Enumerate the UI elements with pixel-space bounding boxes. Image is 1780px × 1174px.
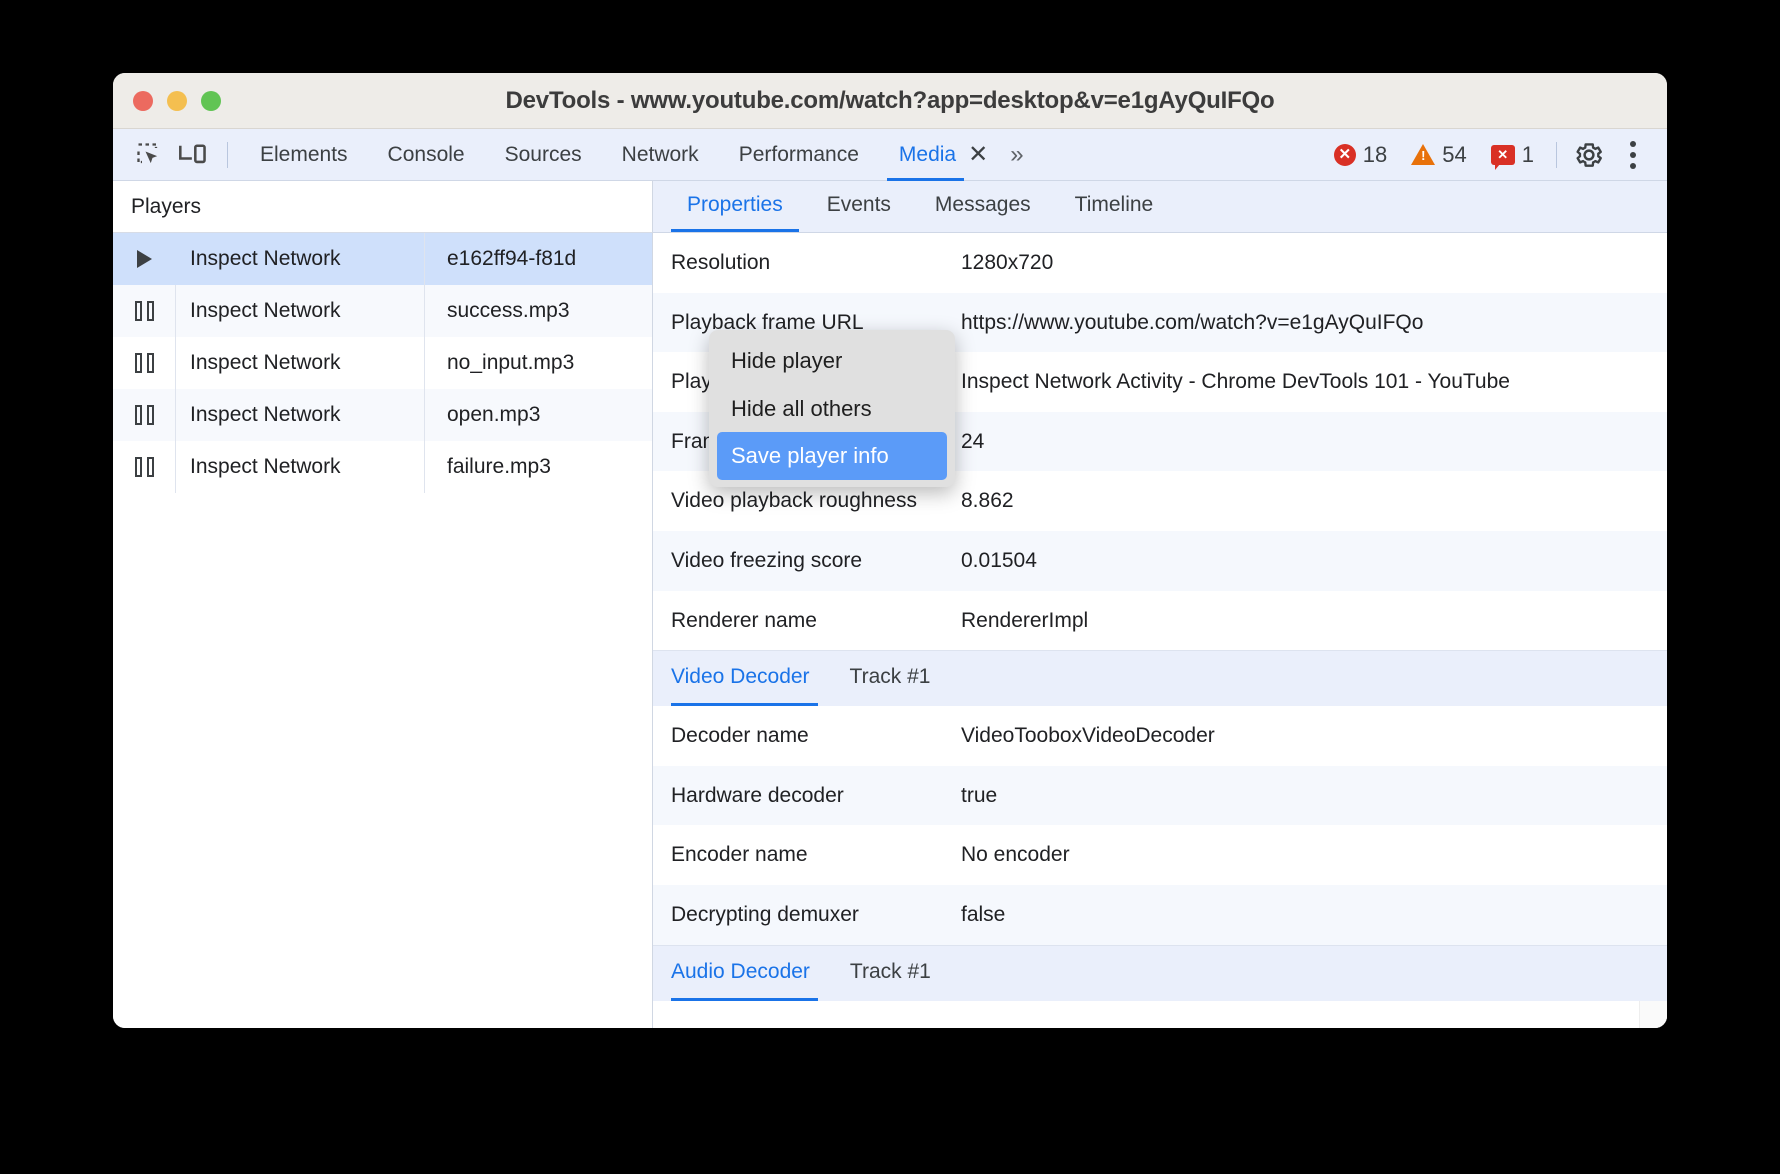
property-key: Resolution bbox=[671, 251, 771, 274]
play-icon[interactable] bbox=[113, 250, 175, 268]
traffic-lights bbox=[113, 90, 221, 111]
player-row-1[interactable]: Inspect Network success.mp3 bbox=[113, 285, 652, 337]
toolbar-divider bbox=[227, 141, 228, 168]
tab-performance[interactable]: Performance bbox=[719, 129, 879, 181]
table-row: Renderer name RendererImpl bbox=[653, 590, 1667, 651]
pause-icon[interactable] bbox=[113, 301, 175, 321]
more-tabs-icon[interactable]: » bbox=[998, 129, 1033, 181]
menu-item-hide-all-others[interactable]: Hide all others bbox=[709, 385, 955, 433]
video-decoder-tabs: Video Decoder Track #1 bbox=[653, 650, 1667, 707]
property-value: 24 bbox=[961, 429, 985, 453]
property-key: Video freezing score bbox=[671, 548, 863, 572]
player-row-3[interactable]: Inspect Network open.mp3 bbox=[113, 389, 652, 441]
player-row-name: Inspect Network bbox=[175, 233, 425, 285]
gear-icon[interactable] bbox=[1567, 133, 1611, 177]
window-titlebar: DevTools - www.youtube.com/watch?app=des… bbox=[113, 73, 1667, 129]
tab-audio-track-1[interactable]: Track #1 bbox=[850, 945, 949, 1001]
warning-icon bbox=[1411, 144, 1436, 165]
property-value: Inspect Network Activity - Chrome DevToo… bbox=[961, 370, 1510, 394]
kebab-menu-icon[interactable] bbox=[1611, 133, 1655, 177]
issue-count: 1 bbox=[1521, 141, 1534, 167]
table-row: Encoder name No encoder bbox=[653, 825, 1667, 885]
players-header: Players bbox=[113, 181, 652, 233]
table-row: Video freezing score 0.01504 bbox=[653, 530, 1667, 591]
error-counter[interactable]: ✕ 18 bbox=[1322, 142, 1399, 168]
warning-count: 54 bbox=[1442, 141, 1467, 167]
table-row: Decrypting demuxer false bbox=[653, 884, 1667, 945]
tab-audio-decoder[interactable]: Audio Decoder bbox=[671, 945, 828, 1001]
player-row-name: Inspect Network bbox=[175, 389, 425, 441]
maximize-window-button[interactable] bbox=[201, 90, 221, 111]
devtools-toolbar: Elements Console Sources Network Perform… bbox=[113, 129, 1667, 181]
property-key: Renderer name bbox=[671, 608, 817, 632]
issue-icon: ✕ bbox=[1490, 144, 1515, 170]
property-value: https://www.youtube.com/watch?v=e1gAyQuI… bbox=[961, 310, 1424, 334]
window-title: DevTools - www.youtube.com/watch?app=des… bbox=[505, 86, 1275, 114]
player-row-name: Inspect Network bbox=[175, 285, 425, 337]
player-row-name: Inspect Network bbox=[175, 441, 425, 493]
menu-item-save-player-info[interactable]: Save player info bbox=[717, 432, 947, 481]
property-key: Decoder name bbox=[671, 724, 809, 748]
property-value: 8.862 bbox=[961, 489, 1014, 513]
devtools-window: DevTools - www.youtube.com/watch?app=des… bbox=[113, 73, 1667, 1028]
property-value: RendererImpl bbox=[961, 608, 1089, 632]
property-key: Hardware decoder bbox=[671, 783, 844, 807]
details-tabs: Properties Events Messages Timeline bbox=[653, 181, 1667, 233]
error-count: 18 bbox=[1362, 141, 1388, 167]
tab-events[interactable]: Events bbox=[805, 180, 913, 232]
tab-console[interactable]: Console bbox=[368, 129, 485, 181]
error-icon: ✕ bbox=[1333, 143, 1356, 166]
tab-video-decoder[interactable]: Video Decoder bbox=[671, 650, 828, 707]
player-row-name: Inspect Network bbox=[175, 337, 425, 389]
player-row-id: failure.mp3 bbox=[447, 455, 551, 478]
pause-icon[interactable] bbox=[113, 405, 175, 425]
tab-sources[interactable]: Sources bbox=[485, 129, 602, 181]
issue-counter[interactable]: ✕ 1 bbox=[1479, 141, 1546, 170]
table-row: Decoder name VideoTooboxVideoDecoder bbox=[653, 706, 1667, 766]
player-row-2[interactable]: Inspect Network no_input.mp3 bbox=[113, 337, 652, 389]
devtools-body: Players Inspect Network e162ff94-f81d In… bbox=[113, 181, 1667, 1028]
property-value: 0.01504 bbox=[961, 548, 1037, 572]
details-pane: Properties Events Messages Timeline Reso… bbox=[653, 181, 1667, 1028]
table-row: Hardware decoder true bbox=[653, 765, 1667, 826]
audio-decoder-tabs: Audio Decoder Track #1 bbox=[653, 944, 1667, 1001]
inspect-element-icon[interactable] bbox=[127, 135, 171, 175]
player-context-menu: Hide player Hide all others Save player … bbox=[709, 330, 955, 488]
close-icon[interactable]: ✕ bbox=[964, 129, 998, 181]
status-counters: ✕ 18 54 ✕ 1 bbox=[1322, 133, 1667, 177]
player-row-id: no_input.mp3 bbox=[447, 351, 575, 374]
tab-media[interactable]: Media bbox=[879, 129, 965, 181]
warning-counter[interactable]: 54 bbox=[1399, 142, 1478, 168]
property-value: VideoTooboxVideoDecoder bbox=[961, 724, 1215, 748]
counters-divider bbox=[1556, 141, 1557, 168]
player-row-id: success.mp3 bbox=[447, 299, 570, 322]
property-value: true bbox=[961, 783, 998, 807]
property-value: false bbox=[961, 902, 1006, 926]
table-row: Resolution 1280x720 bbox=[653, 233, 1667, 293]
player-row-id: e162ff94-f81d bbox=[447, 247, 577, 270]
device-toolbar-icon[interactable] bbox=[171, 135, 215, 175]
tab-network[interactable]: Network bbox=[602, 129, 719, 181]
player-row-0[interactable]: Inspect Network e162ff94-f81d bbox=[113, 233, 652, 285]
property-key: Encoder name bbox=[671, 843, 808, 867]
property-key: Decrypting demuxer bbox=[671, 902, 859, 926]
menu-item-hide-player[interactable]: Hide player bbox=[709, 337, 955, 385]
player-row-id: open.mp3 bbox=[447, 403, 541, 426]
minimize-window-button[interactable] bbox=[167, 90, 187, 111]
tab-properties[interactable]: Properties bbox=[665, 180, 805, 232]
player-row-4[interactable]: Inspect Network failure.mp3 bbox=[113, 441, 652, 493]
pause-icon[interactable] bbox=[113, 353, 175, 373]
pause-icon[interactable] bbox=[113, 457, 175, 477]
property-key: Video playback roughness bbox=[671, 489, 917, 513]
tab-timeline[interactable]: Timeline bbox=[1053, 180, 1176, 232]
close-window-button[interactable] bbox=[133, 90, 153, 111]
tab-messages[interactable]: Messages bbox=[913, 180, 1053, 232]
tab-elements[interactable]: Elements bbox=[240, 129, 368, 181]
property-value: 1280x720 bbox=[961, 251, 1054, 274]
panel-tabs: Elements Console Sources Network Perform… bbox=[240, 129, 1034, 181]
players-pane: Players Inspect Network e162ff94-f81d In… bbox=[113, 181, 653, 1028]
property-value: No encoder bbox=[961, 843, 1070, 867]
tab-video-track-1[interactable]: Track #1 bbox=[850, 650, 949, 706]
